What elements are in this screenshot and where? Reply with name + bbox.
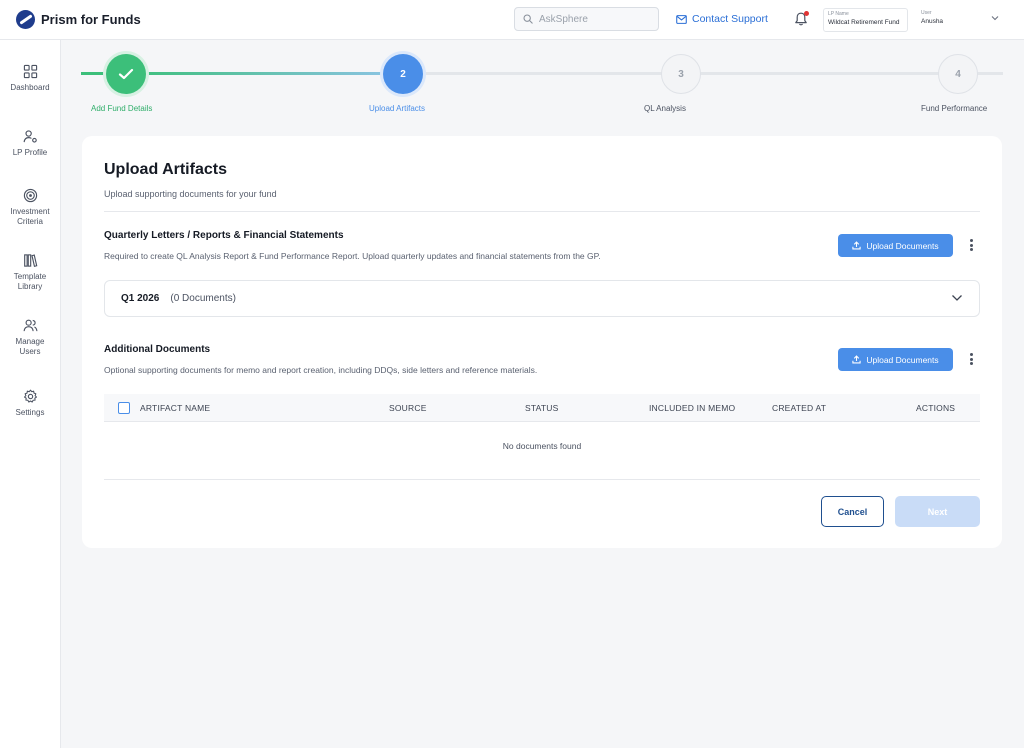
check-icon bbox=[118, 68, 134, 80]
sidebar-item-template-library[interactable]: Template Library bbox=[0, 253, 60, 292]
upload-artifacts-card: Upload Artifacts Upload supporting docum… bbox=[82, 136, 1002, 548]
contact-support-label: Contact Support bbox=[692, 13, 768, 25]
prism-logo-icon bbox=[16, 10, 35, 29]
additional-more-menu[interactable] bbox=[967, 351, 975, 367]
cancel-button[interactable]: Cancel bbox=[821, 496, 884, 527]
upload-icon bbox=[852, 241, 861, 250]
sidebar-item-manage-users[interactable]: Manage Users bbox=[0, 318, 60, 357]
sidebar-item-label: LP Profile bbox=[12, 148, 48, 157]
lp-name-value: Wildcat Retirement Fund bbox=[828, 19, 900, 26]
quarterly-more-menu[interactable] bbox=[967, 237, 975, 253]
empty-table-message: No documents found bbox=[104, 422, 980, 480]
step-1-label: Add Fund Details bbox=[91, 104, 153, 113]
sidebar-item-label: Dashboard bbox=[10, 83, 50, 92]
quarterly-upload-button[interactable]: Upload Documents bbox=[838, 234, 953, 257]
user-caption: User bbox=[921, 10, 932, 16]
search-box[interactable] bbox=[514, 7, 659, 31]
gear-icon bbox=[23, 389, 37, 403]
column-actions: ACTIONS bbox=[916, 403, 956, 413]
search-icon bbox=[523, 14, 533, 24]
top-bar: Prism for Funds Contact Support LP Name … bbox=[0, 0, 1024, 40]
select-all-checkbox[interactable] bbox=[118, 402, 130, 414]
user-selector[interactable]: User Anusha bbox=[917, 8, 1005, 32]
quarter-document-count: (0 Documents) bbox=[170, 293, 236, 304]
sidebar-item-settings[interactable]: Settings bbox=[0, 389, 60, 418]
grid-icon bbox=[23, 64, 37, 79]
progress-stepper: Add Fund Details 2 Upload Artifacts 3 QL… bbox=[81, 48, 1003, 120]
quarter-name: Q1 2026 bbox=[121, 293, 160, 304]
chevron-down-icon bbox=[952, 295, 962, 301]
app-name: Prism for Funds bbox=[41, 12, 141, 27]
quarterly-section-title: Quarterly Letters / Reports & Financial … bbox=[104, 230, 344, 241]
mail-icon bbox=[676, 14, 687, 24]
user-settings-icon bbox=[23, 130, 37, 143]
step-4-number: 4 bbox=[955, 68, 961, 80]
kebab-dot bbox=[969, 353, 973, 356]
lp-name-selector[interactable]: LP Name Wildcat Retirement Fund bbox=[823, 8, 908, 32]
search-input[interactable] bbox=[539, 13, 649, 25]
step-2-number: 2 bbox=[400, 68, 406, 80]
column-included-in-memo[interactable]: INCLUDED IN MEMO bbox=[649, 403, 735, 413]
kebab-dot bbox=[969, 243, 973, 247]
quarter-accordion-q1-2026[interactable]: Q1 2026 (0 Documents) bbox=[104, 280, 980, 317]
notifications-button[interactable] bbox=[793, 11, 809, 27]
next-button[interactable]: Next bbox=[895, 496, 980, 527]
step-1-complete[interactable] bbox=[106, 54, 146, 94]
column-artifact-name[interactable]: ARTIFACT NAME bbox=[140, 403, 210, 413]
artifacts-table-header: ARTIFACT NAME SOURCE STATUS INCLUDED IN … bbox=[104, 394, 980, 422]
step-4-label: Fund Performance bbox=[921, 104, 988, 113]
step-4-pending[interactable]: 4 bbox=[938, 54, 978, 94]
sidebar-item-investment-criteria[interactable]: Investment Criteria bbox=[0, 188, 60, 227]
page-title: Upload Artifacts bbox=[104, 161, 227, 178]
sidebar: Dashboard LP Profile Investment Criteria… bbox=[0, 40, 61, 748]
column-status[interactable]: STATUS bbox=[525, 403, 558, 413]
sidebar-item-lp-profile[interactable]: LP Profile bbox=[0, 129, 60, 158]
stepper-track bbox=[126, 72, 403, 75]
library-icon bbox=[23, 254, 37, 267]
users-icon bbox=[23, 319, 37, 332]
additional-section-description: Optional supporting documents for memo a… bbox=[104, 365, 538, 375]
kebab-dot bbox=[969, 239, 973, 242]
column-source[interactable]: SOURCE bbox=[389, 403, 427, 413]
sidebar-item-dashboard[interactable]: Dashboard bbox=[0, 64, 60, 93]
lp-name-caption: LP Name bbox=[828, 11, 849, 17]
step-2-label: Upload Artifacts bbox=[369, 104, 426, 113]
contact-support-link[interactable]: Contact Support bbox=[676, 13, 768, 25]
kebab-dot bbox=[969, 248, 973, 251]
additional-section-title: Additional Documents bbox=[104, 344, 211, 355]
step-3-number: 3 bbox=[678, 68, 684, 80]
sidebar-item-label: Manage Users bbox=[15, 337, 45, 356]
step-2-current[interactable]: 2 bbox=[383, 54, 423, 94]
column-created-at[interactable]: CREATED AT bbox=[772, 403, 826, 413]
chevron-down-icon bbox=[991, 16, 999, 21]
upload-icon bbox=[852, 355, 861, 364]
kebab-dot bbox=[969, 357, 973, 361]
step-3-pending[interactable]: 3 bbox=[661, 54, 701, 94]
sidebar-item-label: Investment Criteria bbox=[10, 207, 50, 226]
user-value: Anusha bbox=[921, 18, 944, 25]
additional-upload-button[interactable]: Upload Documents bbox=[838, 348, 953, 371]
kebab-dot bbox=[969, 362, 973, 365]
upload-button-label: Upload Documents bbox=[866, 354, 939, 365]
stepper-track bbox=[403, 72, 1003, 75]
step-3-label: QL Analysis bbox=[644, 104, 686, 113]
target-icon bbox=[23, 188, 37, 203]
divider bbox=[104, 211, 980, 212]
quarterly-section-description: Required to create QL Analysis Report & … bbox=[104, 251, 601, 261]
sidebar-item-label: Template Library bbox=[13, 272, 47, 291]
notification-dot bbox=[804, 11, 809, 16]
brand[interactable]: Prism for Funds bbox=[16, 10, 141, 29]
upload-button-label: Upload Documents bbox=[866, 240, 939, 251]
sidebar-item-label: Settings bbox=[15, 408, 45, 417]
page-subtitle: Upload supporting documents for your fun… bbox=[104, 189, 277, 199]
